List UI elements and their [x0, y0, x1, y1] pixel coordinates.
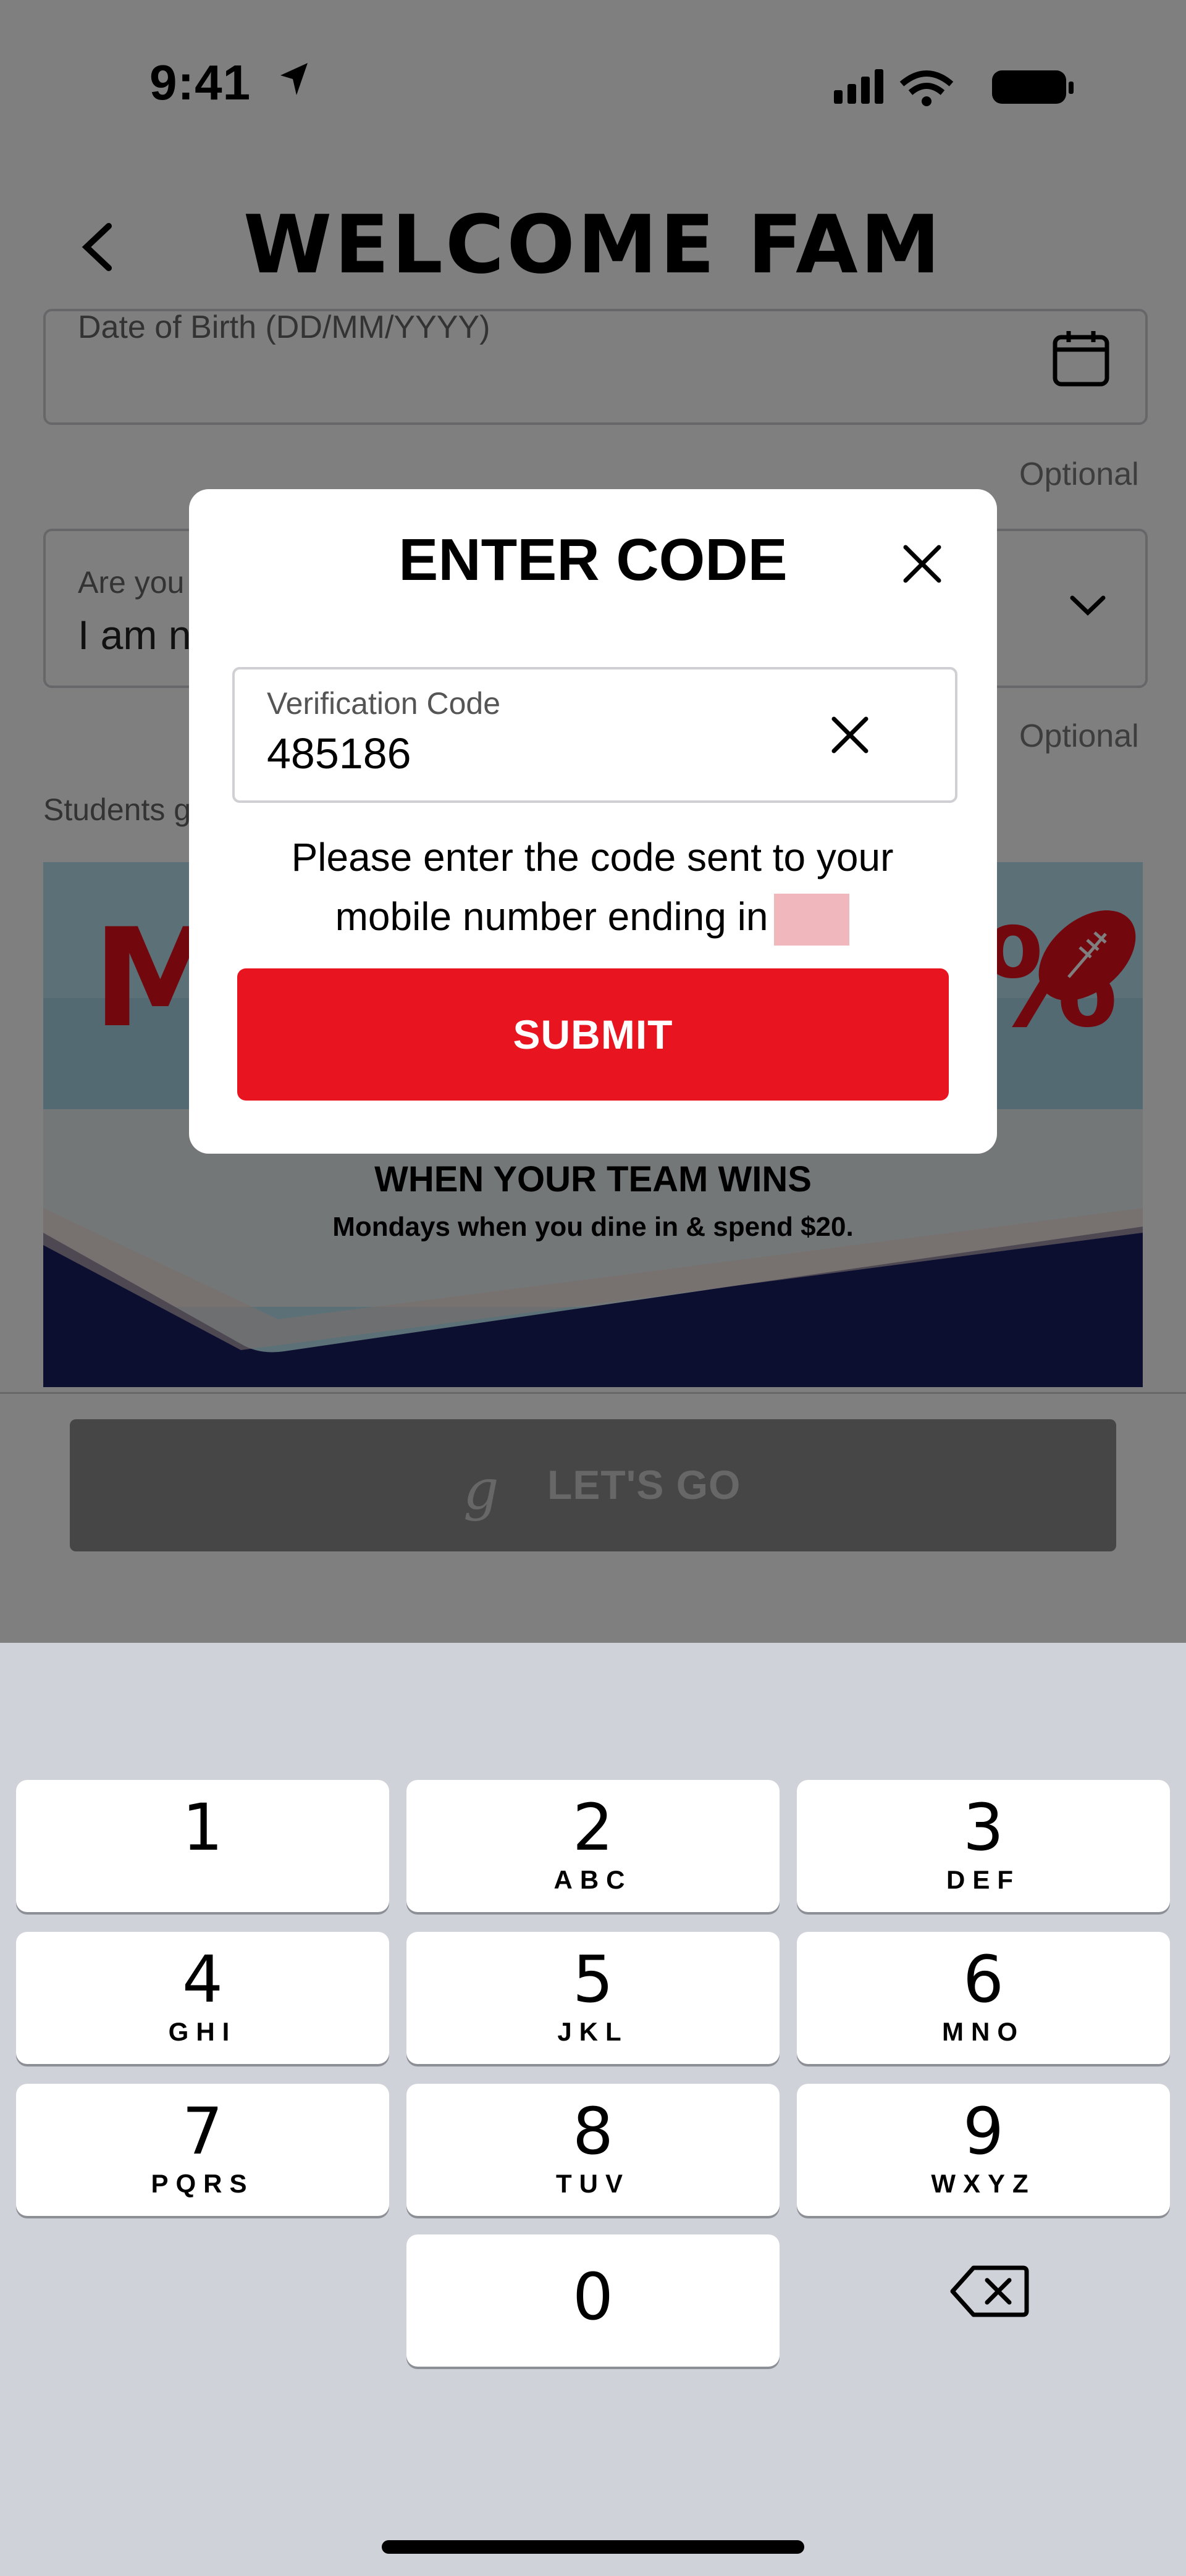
submit-label[interactable]: SUBMIT: [237, 968, 949, 1101]
key-5[interactable]: 5 JKL: [406, 1932, 780, 2064]
key-2[interactable]: 2 ABC: [406, 1780, 780, 1912]
key-6[interactable]: 6 MNO: [797, 1932, 1170, 2064]
close-icon[interactable]: [897, 539, 948, 589]
clear-input-icon[interactable]: [826, 711, 873, 758]
verification-code-label: Verification Code: [267, 686, 501, 721]
redacted-number: [774, 894, 850, 946]
key-0[interactable]: 0: [406, 2234, 780, 2367]
instruction-text: Please enter the code sent to your mobil…: [232, 828, 953, 946]
instruction-line-1: Please enter the code sent to your: [291, 835, 894, 879]
instruction-line-2: mobile number ending in: [232, 887, 953, 946]
key-9[interactable]: 9 WXYZ: [797, 2084, 1170, 2216]
key-7[interactable]: 7 PQRS: [16, 2084, 389, 2216]
key-1[interactable]: 1: [16, 1780, 389, 1912]
verification-code-value[interactable]: 485186: [267, 729, 411, 778]
home-indicator: [382, 2540, 804, 2554]
key-3[interactable]: 3 DEF: [797, 1780, 1170, 1912]
backspace-icon[interactable]: [949, 2260, 1030, 2322]
modal-title: ENTER CODE: [398, 527, 788, 593]
key-4[interactable]: 4 GHI: [16, 1932, 389, 2064]
key-8[interactable]: 8 TUV: [406, 2084, 780, 2216]
